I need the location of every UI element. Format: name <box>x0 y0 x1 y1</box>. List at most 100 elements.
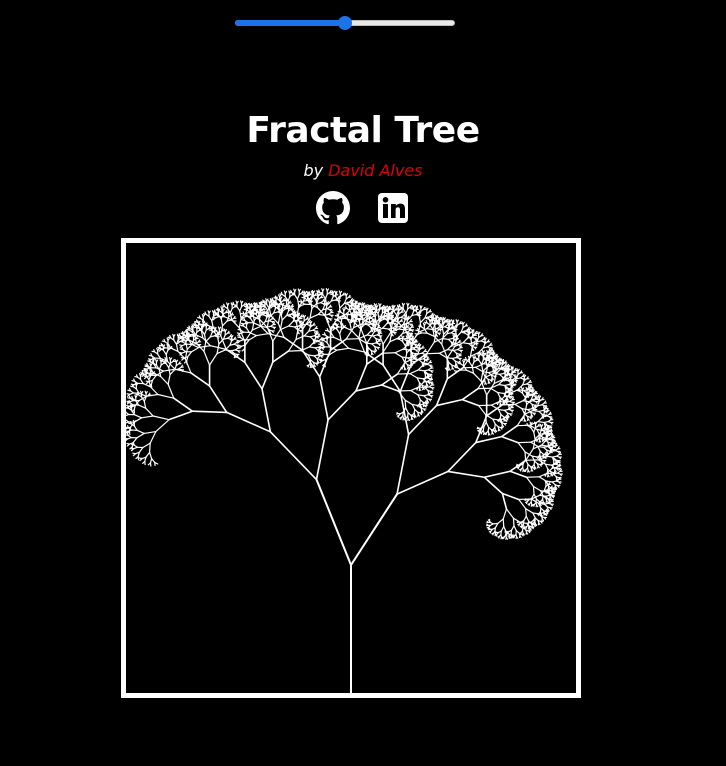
tree-branch <box>128 395 131 399</box>
tree-branch <box>528 527 531 531</box>
github-icon <box>316 191 350 225</box>
tree-branch <box>264 305 269 312</box>
tree-branch <box>147 358 152 361</box>
tree-branch <box>143 430 157 435</box>
tree-branch <box>409 369 419 375</box>
page-title: Fractal Tree <box>246 110 480 151</box>
tree-branch <box>407 418 409 422</box>
tree-branch <box>308 341 315 348</box>
tree-branch <box>339 328 343 335</box>
tree-branch <box>462 321 465 325</box>
tree-branch <box>527 469 529 473</box>
tree-branch <box>284 290 288 294</box>
linkedin-icon <box>378 193 408 223</box>
tree-branch <box>355 363 368 392</box>
tree-branch <box>162 349 167 356</box>
tree-branch <box>541 518 543 522</box>
tree-branch <box>155 359 159 363</box>
tree-branch <box>126 419 130 423</box>
tree-branch <box>173 339 178 345</box>
tree-branch <box>324 305 328 316</box>
tree-branch <box>358 334 368 340</box>
tree-branch <box>550 473 553 477</box>
tree-branch <box>251 325 262 331</box>
tree-branch <box>454 363 457 366</box>
tree-branch <box>502 367 506 371</box>
tree-branch <box>316 360 319 364</box>
tree-branch <box>518 498 527 510</box>
tree-branch <box>478 404 487 416</box>
tree-branch <box>537 522 540 526</box>
tree-branch <box>238 344 243 347</box>
tree-branch <box>514 400 524 406</box>
tree-branch <box>383 309 386 314</box>
tree-branch <box>417 413 419 417</box>
tree-branch <box>245 307 248 311</box>
tree-branch <box>505 508 515 519</box>
tree-branch <box>404 399 413 406</box>
tree-branch <box>469 345 473 357</box>
tree-branch <box>336 328 341 335</box>
tree-branch <box>367 305 370 310</box>
tree-branch <box>530 503 533 507</box>
tree-branch <box>478 359 483 365</box>
slider-thumb[interactable] <box>338 16 352 30</box>
tree-branch <box>512 517 515 527</box>
tree-branch <box>169 334 172 339</box>
tree-branch <box>426 307 429 311</box>
tree-branch <box>143 375 148 378</box>
tree-branch <box>266 298 269 302</box>
tree-branch <box>374 348 377 352</box>
tree-branch <box>245 304 248 308</box>
tree-branch <box>524 396 528 406</box>
branch-angle-slider[interactable] <box>235 14 455 32</box>
tree-branch <box>346 301 349 306</box>
tree-branch <box>318 289 321 293</box>
tree-branch <box>135 394 138 398</box>
tree-branch <box>322 293 327 300</box>
tree-branch <box>165 349 169 356</box>
tree-branches <box>126 288 563 693</box>
tree-branch <box>489 387 499 394</box>
tree-branch <box>181 346 184 351</box>
tree-branch <box>366 329 373 336</box>
tree-branch <box>220 318 224 327</box>
tree-branch <box>510 525 515 531</box>
tree-branch <box>244 361 263 390</box>
slider-fill <box>235 20 345 26</box>
tree-branch <box>294 294 299 300</box>
tree-branch <box>355 310 358 314</box>
github-link[interactable] <box>316 191 350 225</box>
tree-branch <box>453 370 458 372</box>
tree-branch <box>203 350 211 366</box>
tree-branch <box>236 300 239 304</box>
author-link[interactable]: David Alves <box>328 161 422 180</box>
tree-branch <box>251 312 255 315</box>
tree-branch <box>240 316 244 319</box>
tree-branch <box>461 387 479 401</box>
tree-branch <box>546 474 549 478</box>
byline: by David Alves <box>0 161 726 181</box>
tree-branch <box>210 327 213 332</box>
tree-branch <box>324 314 332 330</box>
tree-branch <box>130 383 135 386</box>
tree-branch <box>355 384 383 392</box>
tree-branch <box>484 382 486 385</box>
tree-branch <box>383 306 386 311</box>
tree-branch <box>471 361 475 367</box>
social-links <box>0 191 726 225</box>
tree-branch <box>140 391 144 395</box>
tree-branch <box>411 306 414 310</box>
tree-branch <box>202 314 206 318</box>
tree-branch <box>133 414 143 419</box>
tree-branch <box>182 331 185 335</box>
tree-branch <box>375 304 379 309</box>
tree-branch <box>451 367 454 370</box>
tree-branch <box>476 426 480 429</box>
byline-prefix: by <box>303 161 324 180</box>
tree-branch <box>402 335 405 339</box>
tree-branch <box>497 518 504 525</box>
tree-branch <box>145 391 148 395</box>
linkedin-link[interactable] <box>376 191 410 225</box>
tree-branch <box>309 365 312 369</box>
